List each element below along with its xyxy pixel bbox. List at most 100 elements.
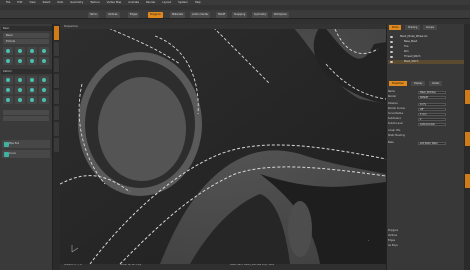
- deform-tool-10-icon[interactable]: [15, 96, 25, 104]
- spin-quad-icon[interactable]: [27, 57, 37, 65]
- bevel-tool-button[interactable]: Bevel: [3, 33, 49, 38]
- deform-tool-6-icon[interactable]: [15, 86, 25, 94]
- tree-item-mesh-stitch[interactable]: Mesh_Stitch: [388, 60, 464, 64]
- prop-dissolve-field[interactable]: 0.0 %: [418, 102, 446, 106]
- info-gl-polys: GL Polys: [388, 244, 398, 247]
- add-static-mesh-button[interactable]: Add Static Mesh: [418, 141, 446, 145]
- vtab-info[interactable]: [464, 174, 470, 188]
- deform-tool-3-icon[interactable]: [27, 76, 37, 84]
- visibility-eye-icon[interactable]: [390, 55, 393, 59]
- prop-label: Subdiv Level: [388, 122, 403, 125]
- prop-static-meshing: Static Meshing: [388, 134, 464, 139]
- prop-label: Curve Radius: [388, 112, 404, 115]
- main-toolbar: Items Vertices Edges Polygons Materials …: [0, 10, 470, 19]
- vtab-sculpt[interactable]: [54, 90, 59, 104]
- vertices-mode-button[interactable]: Vertices: [106, 11, 120, 18]
- status-bar: Position X, Y, Z Show: All GL: Poly Mesh…: [60, 264, 386, 270]
- falloff-button[interactable]: Falloff: [216, 11, 228, 18]
- tab-items[interactable]: Items: [389, 25, 402, 30]
- visibility-eye-icon[interactable]: [390, 35, 393, 39]
- vtab-model[interactable]: [54, 26, 59, 40]
- push-icon[interactable]: [39, 47, 49, 55]
- deform-tool-1-icon[interactable]: [3, 76, 13, 84]
- prop-label: Subdivision: [388, 117, 402, 120]
- deform-tool-4-icon[interactable]: [39, 76, 49, 84]
- prop-render-curves: Render Curves Off: [388, 107, 464, 112]
- visibility-eye-icon[interactable]: [390, 60, 393, 64]
- status-mid: Show: All GL: Poly: [120, 264, 142, 266]
- items-mode-button[interactable]: Items: [88, 11, 99, 18]
- tree-item-rim[interactable]: Rim: [388, 50, 464, 54]
- prop-subdiv-level-field[interactable]: Catmull-Clark: [418, 122, 446, 126]
- deform-tool-12-icon[interactable]: [39, 96, 49, 104]
- tree-item-thread-stitch[interactable]: Thread_Stitch: [388, 55, 464, 59]
- vtab-paint[interactable]: [54, 74, 59, 88]
- tree-item-base-mesh[interactable]: Base_Mesh: [388, 40, 464, 44]
- vtab-render[interactable]: [54, 138, 59, 152]
- tab-display[interactable]: Display: [411, 81, 426, 86]
- tree-item-label: Mesh_Stitch: [404, 60, 419, 63]
- thicken-icon[interactable]: [15, 57, 25, 65]
- prop-bake: Bake Add Static Mesh: [388, 141, 464, 146]
- tab-shading[interactable]: Shading: [405, 25, 421, 30]
- deform-tool-9-icon[interactable]: [3, 96, 13, 104]
- bridge-icon[interactable]: [3, 57, 13, 65]
- prop-render-field[interactable]: Default: [418, 95, 446, 99]
- workplane-button[interactable]: Workplane: [272, 11, 289, 18]
- deform-tool-7-icon[interactable]: [27, 86, 37, 94]
- extrude-tool-button[interactable]: Extrude: [3, 39, 49, 44]
- deform-section-header[interactable]: Deform: [1, 69, 52, 74]
- visibility-eye-icon[interactable]: [390, 45, 393, 49]
- tab-properties[interactable]: Properties: [389, 81, 407, 86]
- visibility-eye-icon[interactable]: [390, 40, 393, 44]
- prop-curve-radius-field[interactable]: 5 mm: [418, 112, 446, 116]
- vtab-particles[interactable]: [54, 106, 59, 120]
- prop-render-curves-field[interactable]: Off: [418, 107, 446, 111]
- visibility-eye-icon[interactable]: [390, 50, 393, 54]
- loop-slice-icon[interactable]: [3, 47, 13, 55]
- panel-option-2[interactable]: [3, 116, 49, 121]
- status-right: Mesh Item: Mesh_Stitches Poly: 1024: [230, 264, 275, 266]
- vtab-display[interactable]: [464, 132, 470, 146]
- deform-tool-2-icon[interactable]: [15, 76, 25, 84]
- tree-item-label: Rim: [404, 50, 409, 53]
- snapping-button[interactable]: Snapping: [232, 11, 248, 18]
- deform-tool-8-icon[interactable]: [39, 86, 49, 94]
- basic-section-header[interactable]: Basic: [1, 26, 52, 31]
- symmetry-button[interactable]: Symmetry: [252, 11, 269, 18]
- polygons-mode-button[interactable]: Polygons: [148, 11, 163, 18]
- prop-label: Render Curves: [388, 107, 405, 110]
- pipe-tool-button[interactable]: Pipe Tool: [2, 140, 50, 148]
- tree-item-label: Tire: [404, 45, 409, 48]
- tree-item-scene[interactable]: Mesh_Model_Wheel.lxo: [388, 35, 464, 39]
- deform-tool-5-icon[interactable]: [3, 86, 13, 94]
- tab-vertex[interactable]: Vertex: [429, 81, 443, 86]
- tree-item-label: Base_Mesh: [404, 40, 418, 43]
- right-panel: Items Shading Groups Mesh_Model_Wheel.lx…: [386, 24, 464, 270]
- prop-subdivision-field[interactable]: 2: [418, 117, 446, 121]
- deform-tool-11-icon[interactable]: [27, 96, 37, 104]
- prop-dissolve: Dissolve 0.0 %: [388, 102, 464, 107]
- action-center-button[interactable]: Action Center: [190, 11, 211, 18]
- vtab-setup[interactable]: [54, 122, 59, 136]
- prop-label: Static Meshing: [388, 134, 405, 137]
- panel-option-1[interactable]: [3, 110, 49, 115]
- prop-render: Render Default: [388, 95, 464, 100]
- tab-groups[interactable]: Groups: [423, 25, 438, 30]
- right-vertical-tabs: [464, 24, 470, 270]
- tree-item-tire[interactable]: Tire: [388, 45, 464, 49]
- vtab-topology[interactable]: [54, 42, 59, 56]
- edge-slice-icon[interactable]: [15, 47, 25, 55]
- vtab-uv[interactable]: [54, 58, 59, 72]
- smooth-icon[interactable]: [27, 47, 37, 55]
- vtab-properties[interactable]: [464, 90, 470, 104]
- slice-icon[interactable]: [39, 57, 49, 65]
- materials-mode-button[interactable]: Materials: [170, 11, 185, 18]
- curve-tool-button[interactable]: Curve: [2, 150, 50, 158]
- prop-name-field[interactable]: Mesh_Stitches: [418, 90, 446, 94]
- curve-tool-label: Curve: [9, 152, 16, 155]
- 3d-viewport[interactable]: [60, 24, 386, 264]
- edges-mode-button[interactable]: Edges: [128, 11, 140, 18]
- prop-label: Bake: [388, 141, 394, 144]
- viewport-header[interactable]: Perspective: [60, 24, 386, 29]
